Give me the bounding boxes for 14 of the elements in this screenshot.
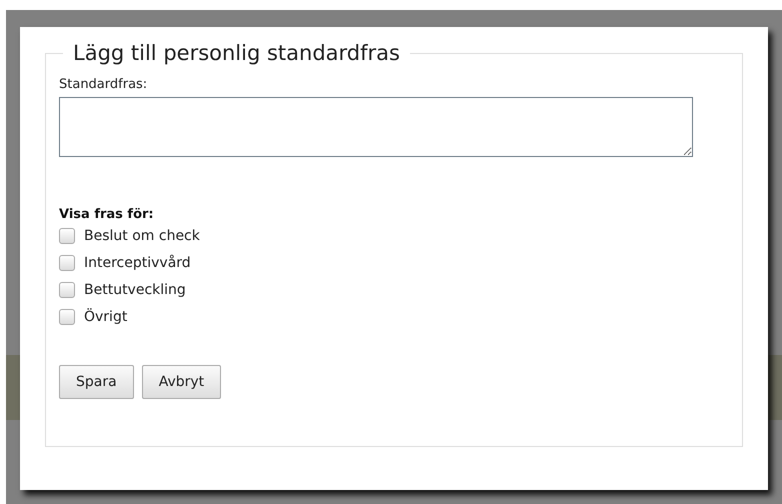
option-label: Bettutveckling (84, 282, 186, 298)
option-label: Övrigt (84, 309, 128, 325)
checkbox[interactable] (59, 309, 75, 325)
field-label: Standardfras: (59, 77, 148, 92)
checkbox[interactable] (59, 228, 75, 244)
dialog-title: Lägg till personlig standardfras (72, 41, 401, 65)
checkbox[interactable] (59, 255, 75, 271)
dialog-button[interactable]: Avbryt (142, 365, 222, 399)
phrase-field[interactable] (59, 97, 693, 157)
dialog-button[interactable]: Spara (59, 365, 134, 399)
group-label: Visa fras för: (59, 207, 155, 222)
checkbox[interactable] (59, 282, 75, 298)
option-label: Interceptivvård (84, 255, 191, 271)
option-label: Beslut om check (84, 228, 200, 244)
